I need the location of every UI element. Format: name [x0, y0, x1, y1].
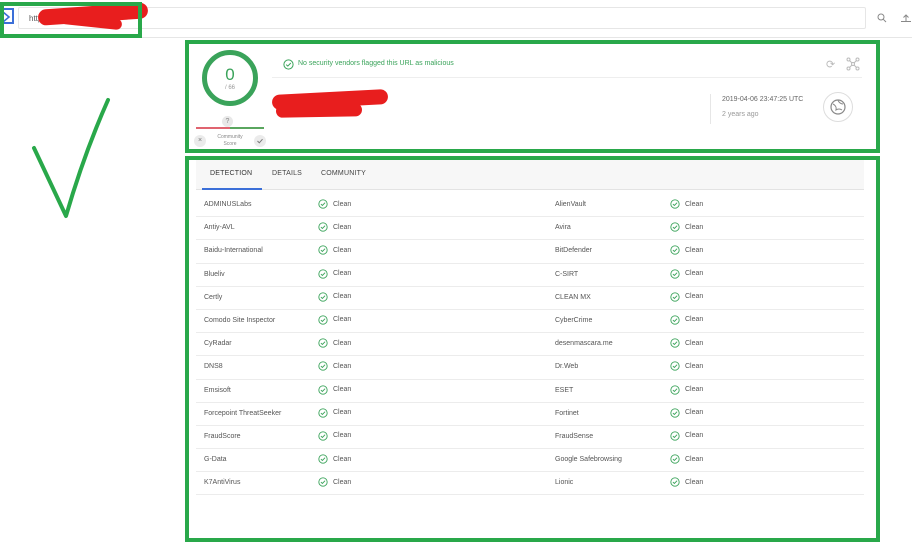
- upload-icon: [901, 14, 911, 22]
- upload-button[interactable]: [900, 7, 912, 29]
- annotation-checkmark-icon: [32, 98, 110, 218]
- search-button[interactable]: [870, 7, 894, 29]
- search-icon: [877, 13, 887, 23]
- annotation-frame-searchbar: [0, 2, 142, 38]
- annotation-frame-summary: [185, 40, 880, 153]
- annotation-frame-detections: [185, 156, 880, 542]
